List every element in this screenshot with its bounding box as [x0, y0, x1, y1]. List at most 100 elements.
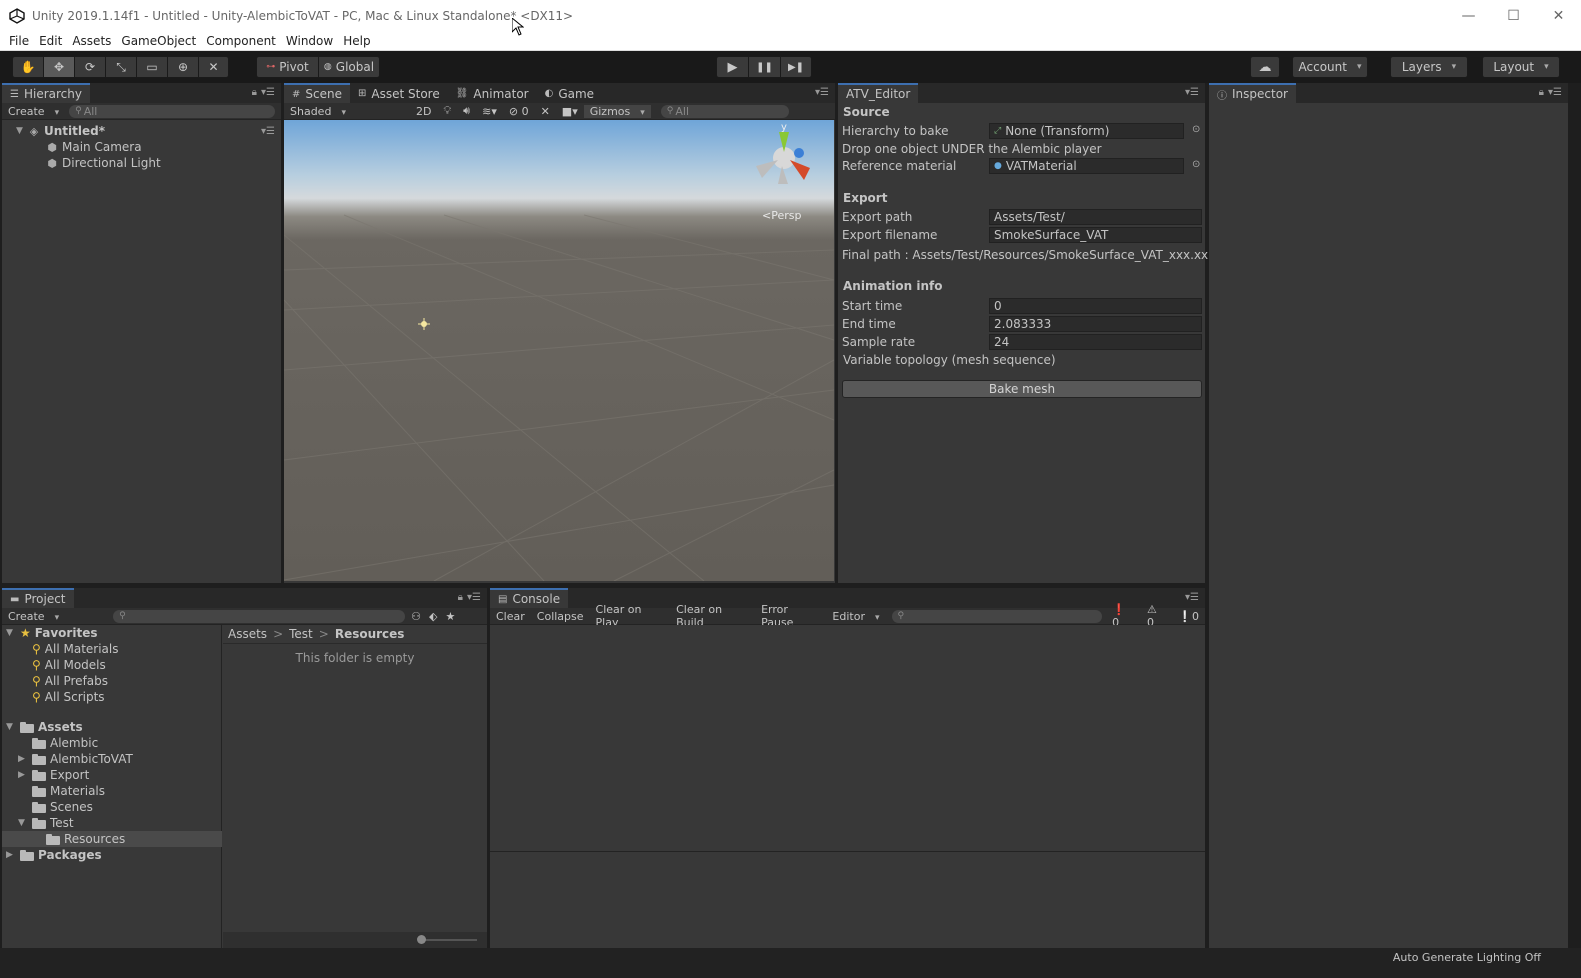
breadcrumb-resources[interactable]: Resources [335, 627, 405, 641]
tab-project[interactable]: ▬ Project [2, 588, 74, 608]
hand-tool-button[interactable]: ✋ [12, 56, 43, 78]
object-picker-icon[interactable]: ⊙ [1192, 159, 1200, 170]
menu-component[interactable]: Component [201, 34, 281, 48]
panel-menu-icon[interactable]: ▾☰ [261, 87, 275, 98]
hierarchy-item-main-camera[interactable]: ⬢ Main Camera [46, 139, 141, 155]
console-editor-dropdown[interactable]: Editor [826, 610, 885, 623]
menu-help[interactable]: Help [338, 34, 375, 48]
favorite-star-icon[interactable]: ★ [439, 610, 461, 623]
rotate-tool-button[interactable]: ⟳ [74, 56, 105, 78]
lock-icon[interactable]: 🔒︎ [458, 592, 463, 603]
hidden-objects-icon[interactable]: ⊘ 0 [503, 105, 535, 118]
scene-root-row[interactable]: ▼ ◈ Untitled* ▾☰ [16, 123, 281, 139]
shading-mode-dropdown[interactable]: Shaded [284, 105, 406, 118]
favorite-all-scripts[interactable]: ⚲ All Scripts [32, 689, 105, 705]
menu-edit[interactable]: Edit [34, 34, 67, 48]
export-path-input[interactable]: Assets/Test/ [989, 209, 1202, 225]
play-button[interactable]: ▶ [716, 56, 748, 78]
slider-handle[interactable] [417, 935, 426, 944]
favorite-all-models[interactable]: ⚲ All Models [32, 657, 106, 673]
assets-header-row[interactable]: ▼ Assets [6, 719, 83, 735]
close-button[interactable]: ✕ [1536, 0, 1581, 31]
console-log-area[interactable] [490, 625, 1205, 851]
tab-inspector[interactable]: ⓘ Inspector [1209, 83, 1296, 103]
folder-alembictovat[interactable]: ▶ AlembicToVAT [18, 751, 133, 767]
tab-asset-store[interactable]: ⊞ Asset Store [350, 84, 448, 103]
global-toggle[interactable]: ◍ Global [318, 56, 380, 78]
camera-icon[interactable]: ■▾ [556, 105, 584, 118]
tab-scene[interactable]: # Scene [284, 83, 350, 103]
projection-toggle[interactable]: <Persp [762, 209, 801, 222]
menu-gameobject[interactable]: GameObject [116, 34, 201, 48]
collapse-arrow-icon[interactable]: ▶ [18, 754, 32, 764]
expand-arrow-icon[interactable]: ▼ [16, 126, 28, 136]
menu-file[interactable]: File [4, 34, 34, 48]
tab-game[interactable]: ◐ Game [537, 84, 602, 103]
console-clear-button[interactable]: Clear [490, 610, 531, 623]
menu-window[interactable]: Window [281, 34, 338, 48]
sample-rate-input[interactable]: 24 [989, 334, 1202, 350]
console-search-input[interactable]: ⚲ [891, 609, 1103, 623]
hierarchy-item-directional-light[interactable]: ⬢ Directional Light [46, 155, 160, 171]
folder-resources[interactable]: Resources [2, 831, 222, 847]
favorite-all-prefabs[interactable]: ⚲ All Prefabs [32, 673, 108, 689]
custom-tool-button[interactable]: ✕ [198, 56, 229, 78]
audio-toggle-icon[interactable]: 🔊︎ [457, 104, 476, 118]
panel-menu-icon[interactable]: ▾☰ [1185, 87, 1199, 98]
folder-scenes[interactable]: Scenes [32, 799, 93, 815]
console-detail-area[interactable] [490, 852, 1205, 948]
menu-assets[interactable]: Assets [67, 34, 116, 48]
expand-arrow-icon[interactable]: ▼ [18, 818, 32, 828]
layout-dropdown[interactable]: Layout [1482, 56, 1560, 78]
scale-tool-button[interactable]: ⤡ [105, 56, 136, 78]
folder-test[interactable]: ▼ Test [18, 815, 74, 831]
rect-tool-button[interactable]: ▭ [136, 56, 167, 78]
hierarchy-to-bake-field[interactable]: ⤢ None (Transform) [989, 123, 1184, 139]
panel-menu-icon[interactable]: ▾☰ [467, 592, 481, 603]
start-time-input[interactable]: 0 [989, 298, 1202, 314]
panel-menu-icon[interactable]: ▾☰ [815, 87, 829, 98]
lighting-toggle-icon[interactable]: 💡︎ [437, 104, 457, 118]
folder-alembic[interactable]: Alembic [32, 735, 98, 751]
mode-2d-toggle[interactable]: 2D [410, 105, 437, 118]
tab-console[interactable]: ▤ Console [490, 588, 569, 608]
folder-export[interactable]: ▶ Export [18, 767, 89, 783]
move-tool-button[interactable]: ✥ [43, 56, 74, 78]
project-create-button[interactable]: Create [2, 610, 65, 623]
favorites-header-row[interactable]: ▼ ★ Favorites [6, 625, 97, 641]
lock-icon[interactable]: 🔒︎ [1539, 87, 1544, 98]
minimize-button[interactable]: — [1446, 0, 1491, 31]
lock-icon[interactable]: 🔒︎ [252, 87, 257, 98]
scene-viewport[interactable]: y <Persp [284, 120, 834, 581]
pause-button[interactable]: ❚❚ [748, 56, 780, 78]
hierarchy-search-input[interactable]: ⚲ All [69, 104, 276, 118]
tools-icon[interactable]: ✕ [535, 105, 556, 118]
reference-material-field[interactable]: ● VATMaterial [989, 158, 1184, 174]
project-search-input[interactable]: ⚲ [113, 609, 406, 623]
export-filename-input[interactable]: SmokeSurface_VAT [989, 227, 1202, 243]
end-time-input[interactable]: 2.083333 [989, 316, 1202, 332]
folder-materials[interactable]: Materials [32, 783, 105, 799]
tab-atv-editor[interactable]: ATV_Editor [838, 83, 919, 103]
tab-hierarchy[interactable]: ☰ Hierarchy [2, 83, 90, 103]
console-message-toggle[interactable]: ❕0 [1172, 610, 1205, 623]
expand-arrow-icon[interactable]: ▼ [6, 722, 20, 732]
bake-mesh-button[interactable]: Bake mesh [842, 380, 1202, 398]
scene-menu-icon[interactable]: ▾☰ [261, 126, 275, 137]
panel-menu-icon[interactable]: ▾☰ [1548, 87, 1562, 98]
account-dropdown[interactable]: Account [1292, 56, 1368, 78]
step-button[interactable]: ▶❚ [780, 56, 812, 78]
breadcrumb-test[interactable]: Test [289, 627, 313, 641]
layers-dropdown[interactable]: Layers [1390, 56, 1468, 78]
tab-animator[interactable]: ⛓ Animator [448, 84, 537, 103]
scene-search-input[interactable]: ⚲ All [660, 104, 789, 118]
maximize-button[interactable]: ☐ [1491, 0, 1536, 31]
pivot-toggle[interactable]: ⊶ Pivot [256, 56, 318, 78]
filter-by-type-icon[interactable]: ⚇ [405, 610, 427, 623]
console-collapse-button[interactable]: Collapse [531, 610, 590, 623]
hierarchy-create-button[interactable]: Create [2, 105, 65, 118]
expand-arrow-icon[interactable]: ▼ [6, 628, 20, 638]
effects-toggle-icon[interactable]: ≋▾ [476, 105, 503, 118]
collab-cloud-button[interactable]: ☁ [1250, 56, 1280, 78]
packages-row[interactable]: ▶ Packages [6, 847, 102, 863]
